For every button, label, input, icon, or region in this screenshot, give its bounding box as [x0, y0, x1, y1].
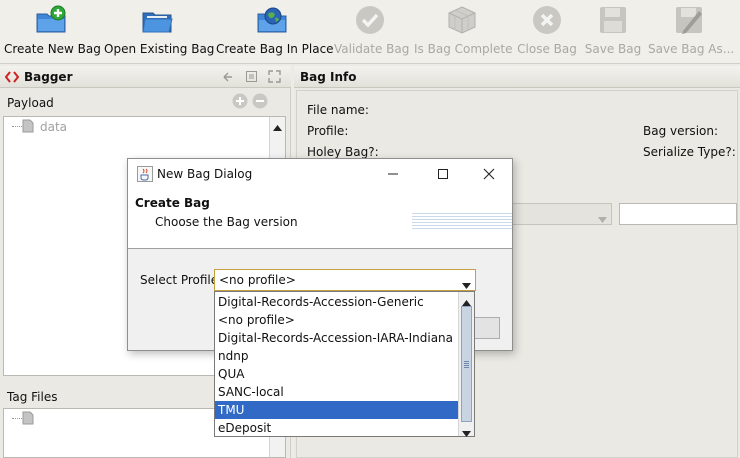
validate-bag-label: Validate Bag — [334, 42, 410, 56]
minimize-icon[interactable] — [386, 167, 400, 184]
field-key-combo[interactable] — [504, 203, 612, 225]
scroll-up-icon[interactable] — [273, 120, 282, 134]
close-bag-button[interactable]: Close Bag — [516, 0, 578, 64]
create-new-bag-button[interactable]: Create New Bag — [4, 0, 101, 64]
create-bag-in-place-label: Create Bag In Place — [216, 42, 334, 56]
open-existing-bag-button[interactable]: Open Existing Bag — [104, 0, 215, 64]
bag-info-title: Bag Info — [300, 70, 357, 84]
profile-option[interactable]: <no profile> — [215, 311, 458, 329]
floppy-pencil-icon — [673, 5, 705, 35]
bag-info-title-bar: Bag Info — [294, 66, 740, 88]
file-icon — [22, 411, 34, 428]
close-icon[interactable] — [482, 167, 496, 184]
java-cup-icon — [137, 166, 153, 185]
remove-payload-icon[interactable] — [252, 93, 268, 112]
payload-label: Payload — [7, 96, 54, 110]
tree-item-data[interactable]: data — [40, 120, 67, 134]
maximize-icon[interactable] — [436, 167, 450, 184]
dialog-subheading: Choose the Bag version — [155, 215, 298, 229]
bagger-app-icon — [4, 71, 20, 86]
bagger-title: Bagger — [24, 70, 73, 84]
create-bag-in-place-button[interactable]: Create Bag In Place — [216, 0, 334, 64]
main-toolbar: Create New Bag Open Existing Bag Create … — [0, 0, 740, 64]
header-banner-graphic — [412, 211, 512, 231]
save-bag-label: Save Bag — [584, 42, 642, 56]
save-bag-button[interactable]: Save Bag — [584, 0, 642, 64]
folder-open-icon — [141, 5, 173, 35]
dialog-title-bar: New Bag Dialog — [128, 159, 512, 189]
holey-bag-label: Holey Bag?: — [307, 145, 379, 159]
open-existing-bag-label: Open Existing Bag — [104, 42, 215, 56]
profile-label: Profile: — [307, 124, 349, 138]
create-new-bag-label: Create New Bag — [4, 42, 101, 56]
profile-select[interactable]: <no profile> — [214, 269, 476, 291]
folder-add-icon — [35, 5, 67, 35]
tree-connector — [12, 126, 22, 127]
tree-connector — [12, 418, 22, 419]
profile-option[interactable]: Digital-Records-Accession-Generic — [215, 293, 458, 311]
save-bag-as-label: Save Bag As... — [648, 42, 735, 56]
tag-files-label: Tag Files — [7, 390, 58, 404]
is-bag-complete-label: Is Bag Complete — [414, 42, 513, 56]
profile-dropdown-list[interactable]: Digital-Records-Accession-Generic <no pr… — [214, 291, 475, 437]
profile-select-value: <no profile> — [219, 273, 296, 287]
file-icon — [22, 119, 34, 136]
floppy-icon — [597, 5, 629, 35]
profile-option[interactable]: eDeposit — [215, 419, 458, 437]
dialog-header: Create Bag Choose the Bag version — [128, 189, 512, 249]
restore-panel-icon[interactable] — [245, 70, 258, 86]
validate-bag-button[interactable]: Validate Bag — [334, 0, 410, 64]
scroll-down-icon[interactable] — [462, 426, 471, 440]
bagger-title-bar: Bagger — [0, 66, 291, 88]
serialize-type-label: Serialize Type?: — [643, 145, 736, 159]
add-payload-icon[interactable] — [232, 93, 248, 112]
select-profile-label: Select Profile: — [140, 273, 223, 287]
profile-option[interactable]: SANC-local — [215, 383, 458, 401]
scroll-grip — [464, 361, 469, 369]
dialog-title: New Bag Dialog — [157, 167, 253, 181]
field-value-input[interactable] — [619, 203, 737, 225]
save-bag-as-button[interactable]: Save Bag As... — [648, 0, 735, 64]
scroll-thumb[interactable] — [461, 306, 472, 422]
maximize-panel-icon[interactable] — [268, 70, 281, 86]
profile-option[interactable]: QUA — [215, 365, 458, 383]
bag-version-label: Bag version: — [643, 124, 719, 138]
dropdown-scrollbar[interactable] — [458, 292, 474, 437]
cube-icon — [446, 5, 478, 35]
profile-option[interactable]: Digital-Records-Accession-IARA-Indiana — [215, 329, 458, 347]
is-bag-complete-button[interactable]: Is Bag Complete — [414, 0, 513, 64]
check-circle-icon — [354, 5, 386, 35]
minimize-panel-icon[interactable] — [222, 71, 234, 86]
profile-option[interactable]: ndnp — [215, 347, 458, 365]
close-circle-icon — [531, 5, 563, 35]
dialog-heading: Create Bag — [135, 196, 210, 210]
chevron-down-icon — [462, 278, 471, 292]
profile-option-selected[interactable]: TMU — [215, 401, 458, 419]
chevron-down-icon — [598, 212, 607, 226]
folder-globe-icon — [256, 5, 288, 35]
close-bag-label: Close Bag — [517, 42, 577, 56]
file-name-label: File name: — [307, 103, 369, 117]
